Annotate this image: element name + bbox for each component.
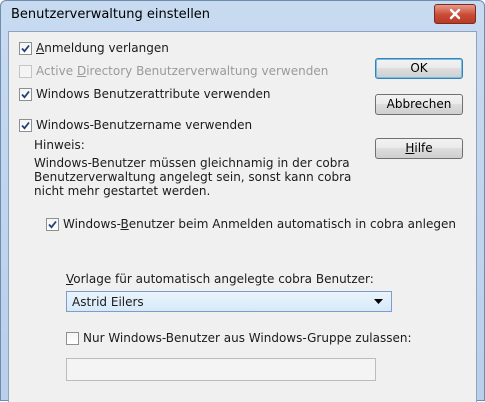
checkbox-windows-gruppe[interactable]: Nur Windows-Benutzer aus Windows-Gruppe … [66,331,412,345]
help-button[interactable]: Hilfe [375,138,463,159]
hint-label: Hinweis: [34,138,85,152]
title-bar[interactable]: Benutzerverwaltung einstellen [1,1,484,31]
checkbox-benutzerattribute-label: Windows Benutzerattribute verwenden [36,87,271,101]
checkbox-benutzerattribute-box[interactable] [19,87,32,101]
checkbox-auto-anlegen[interactable]: Windows-Benutzer beim Anmelden automatis… [46,217,456,231]
checkbox-windows-gruppe-box[interactable] [66,331,79,345]
checkbox-active-directory-box[interactable] [19,64,32,78]
checkmark-icon [21,44,30,53]
ok-button[interactable]: OK [375,58,463,79]
template-label: Vorlage für automatisch angelegte cobra … [66,272,374,286]
checkbox-anmeldung-label: Anmeldung verlangen [36,41,169,55]
cancel-button[interactable]: Abbrechen [375,94,463,115]
close-button[interactable] [434,4,476,24]
hint-line-1: Windows-Benutzer müssen gleichnamig in d… [34,156,350,170]
checkbox-active-directory-label: Active Directory Benutzerverwaltung verw… [36,64,329,78]
checkbox-benutzername-box[interactable] [19,118,32,132]
checkbox-active-directory[interactable]: Active Directory Benutzerverwaltung verw… [19,64,328,78]
checkbox-windows-gruppe-label: Nur Windows-Benutzer aus Windows-Gruppe … [83,331,412,345]
checkmark-icon [21,121,30,130]
checkbox-benutzername-label: Windows-Benutzername verwenden [36,118,253,132]
checkbox-anmeldung-box[interactable] [19,41,32,55]
template-select[interactable]: Astrid Eilers [66,291,392,312]
accel-d: D [76,64,87,78]
accel-b: B [120,217,129,231]
hint-text: Windows-Benutzer müssen gleichnamig in d… [34,156,351,198]
template-select-value: Astrid Eilers [72,295,144,309]
checkbox-auto-anlegen-label: Windows-Benutzer beim Anmelden automatis… [63,217,456,231]
checkmark-icon [48,220,57,229]
hint-line-2: Benutzerverwaltung angelegt sein, sonst … [34,170,352,184]
window-title: Benutzerverwaltung einstellen [11,7,211,22]
accel-a: A [36,41,45,55]
checkbox-auto-anlegen-box[interactable] [46,217,59,231]
dialog-window: Benutzerverwaltung einstellen Anmeldung … [0,0,485,402]
hint-line-3: nicht mehr gestartet werden. [34,184,211,198]
dialog-content: Anmeldung verlangen Active Directory Ben… [8,31,477,402]
windows-group-input[interactable] [66,358,376,381]
checkmark-icon [21,90,30,99]
dropdown-arrow-icon [374,299,383,304]
checkbox-anmeldung-verlangen[interactable]: Anmeldung verlangen [19,41,169,55]
checkbox-benutzerattribute[interactable]: Windows Benutzerattribute verwenden [19,87,271,101]
checkbox-benutzername[interactable]: Windows-Benutzername verwenden [19,118,252,132]
close-icon [449,8,461,20]
